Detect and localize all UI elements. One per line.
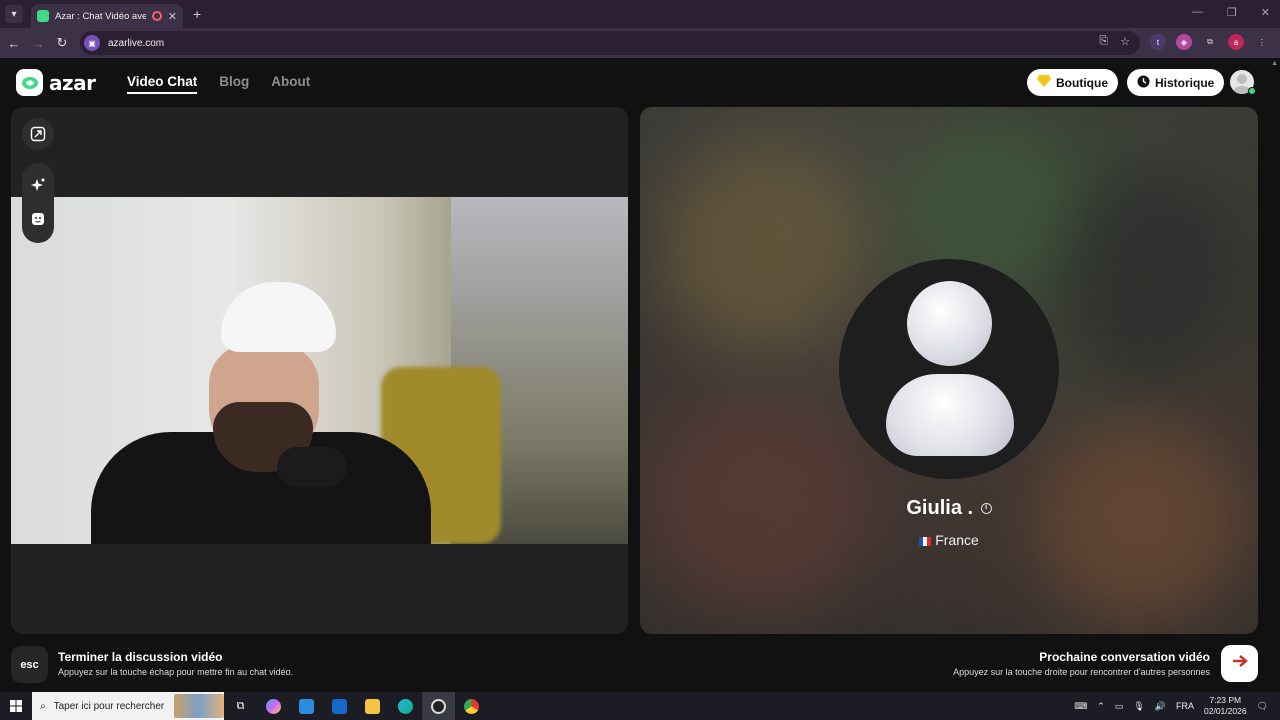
nav-blog[interactable]: Blog	[219, 74, 249, 94]
clock-date: 02/01/2026	[1204, 706, 1247, 716]
obs-icon[interactable]	[422, 692, 455, 720]
peer-name-text: Giulia .	[906, 497, 974, 519]
clock[interactable]: 7:23 PM 02/01/2026	[1204, 695, 1247, 717]
search-highlight-image	[174, 694, 224, 718]
copilot-icon[interactable]	[257, 692, 290, 720]
esc-button[interactable]: esc	[11, 646, 48, 683]
next-chat-button[interactable]	[1221, 645, 1258, 682]
chrome-icon[interactable]	[455, 692, 488, 720]
keyboard-icon[interactable]: ⌨	[1074, 701, 1087, 712]
address-bar[interactable]: ▣ azarlive.com ⎘ ☆	[80, 31, 1140, 55]
recording-indicator-icon	[151, 11, 162, 21]
azar-favicon-icon	[37, 10, 49, 22]
browser-menu-icon[interactable]: ⋮	[1254, 34, 1270, 50]
taskbar-search-box[interactable]: ⌕ Taper ici pour rechercher	[32, 692, 224, 720]
next-arrow-icon	[1231, 654, 1249, 673]
gem-icon	[1037, 75, 1051, 90]
history-label: Historique	[1155, 75, 1215, 90]
network-icon[interactable]: ▭	[1115, 701, 1124, 712]
face-mask-icon[interactable]	[30, 211, 46, 227]
windows-taskbar: ⌕ Taper ici pour rechercher ⧉ ⌨ ⌃ ▭ 🎙 🔊 …	[0, 692, 1280, 720]
clock-icon	[1137, 75, 1150, 91]
tab-title: Azar : Chat Vidéo avec de n	[55, 10, 146, 22]
effects-toolbar	[22, 163, 54, 243]
logo-text: azar	[49, 70, 96, 95]
azar-logo-icon	[16, 69, 43, 96]
reload-icon[interactable]: ↻	[50, 35, 74, 51]
local-user-silhouette	[91, 282, 451, 544]
task-view-icon[interactable]: ⧉	[224, 692, 257, 720]
remote-video-panel: Giulia . i France	[640, 107, 1258, 634]
next-chat-hint: Appuyez sur la touche droite pour rencon…	[953, 667, 1210, 677]
app-header: azar Video Chat Blog About Boutique Hist…	[0, 58, 1280, 106]
close-tab-icon[interactable]: ✕	[168, 10, 177, 23]
nav-about[interactable]: About	[271, 74, 310, 94]
expand-icon	[30, 126, 46, 142]
search-icon: ⌕	[40, 700, 46, 712]
clock-time: 7:23 PM	[1209, 695, 1242, 705]
local-video-panel	[11, 107, 628, 634]
peer-country: France	[640, 532, 1258, 548]
bookmark-star-icon[interactable]: ☆	[1120, 35, 1130, 48]
expand-button[interactable]	[22, 118, 54, 150]
system-tray: ⌨ ⌃ ▭ 🎙 🔊 FRA 7:23 PM 02/01/2026 🗨	[1074, 692, 1280, 720]
peer-avatar	[839, 259, 1059, 479]
next-chat-title: Prochaine conversation vidéo	[1039, 650, 1210, 664]
peer-name[interactable]: Giulia . i	[640, 497, 1258, 520]
search-placeholder: Taper ici pour rechercher	[53, 700, 165, 712]
extensions-puzzle-icon[interactable]: ⧉	[1202, 34, 1218, 50]
site-info-icon[interactable]: ▣	[84, 35, 100, 51]
windows-start-icon[interactable]	[0, 692, 32, 720]
store-icon[interactable]	[290, 692, 323, 720]
window-controls: — ❐ ✕	[1192, 6, 1270, 19]
browser-tab[interactable]: Azar : Chat Vidéo avec de n ✕	[31, 4, 183, 28]
forward-icon[interactable]: →	[26, 36, 50, 51]
azar-logo[interactable]: azar	[16, 69, 96, 96]
url-text: azarlive.com	[108, 37, 165, 49]
end-chat-title: Terminer la discussion vidéo	[58, 650, 223, 664]
browser-toolbar: ← → ↻ ▣ azarlive.com ⎘ ☆ t ◈ ⧉ a ⋮	[0, 28, 1280, 58]
shop-label: Boutique	[1056, 75, 1108, 90]
extension-shield-icon[interactable]: ◈	[1176, 34, 1192, 50]
file-explorer-icon[interactable]	[356, 692, 389, 720]
nav-video-chat[interactable]: Video Chat	[127, 74, 198, 94]
sparkle-filter-icon[interactable]	[30, 177, 46, 193]
scroll-up-icon[interactable]: ▲	[1271, 60, 1278, 67]
microphone-icon[interactable]: 🎙	[1133, 701, 1144, 712]
mail-icon[interactable]	[323, 692, 356, 720]
language-indicator[interactable]: FRA	[1176, 701, 1194, 711]
france-flag-icon	[919, 536, 932, 546]
main-nav: Video Chat Blog About	[127, 74, 310, 94]
minimize-window-icon[interactable]: —	[1192, 6, 1203, 19]
peer-country-text: France	[935, 532, 979, 548]
end-chat-hint: Appuyez sur la touche échap pour mettre …	[58, 667, 294, 677]
shop-button[interactable]: Boutique	[1027, 69, 1118, 96]
volume-icon[interactable]: 🔊	[1155, 701, 1166, 712]
browser-tab-bar: ▾ Azar : Chat Vidéo avec de n ✕ + — ❐ ✕	[0, 0, 1280, 28]
shortcut-bar: esc Terminer la discussion vidéo Appuyez…	[0, 640, 1280, 692]
back-icon[interactable]: ←	[2, 36, 26, 51]
profile-info-icon[interactable]: i	[980, 503, 992, 515]
tray-expand-icon[interactable]: ⌃	[1097, 701, 1105, 712]
restore-window-icon[interactable]: ❐	[1227, 6, 1237, 19]
close-window-icon[interactable]: ✕	[1261, 6, 1270, 19]
extension-t-icon[interactable]: t	[1150, 34, 1166, 50]
local-camera-feed	[11, 197, 628, 544]
new-tab-button[interactable]: +	[193, 6, 201, 22]
online-status-dot	[1248, 87, 1256, 95]
tab-search-button[interactable]: ▾	[5, 5, 23, 23]
profile-avatar-icon[interactable]: a	[1228, 34, 1244, 50]
install-app-icon[interactable]: ⎘	[1099, 35, 1108, 48]
history-button[interactable]: Historique	[1127, 69, 1225, 96]
notifications-icon[interactable]: 🗨	[1257, 701, 1268, 712]
edge-icon[interactable]	[389, 692, 422, 720]
